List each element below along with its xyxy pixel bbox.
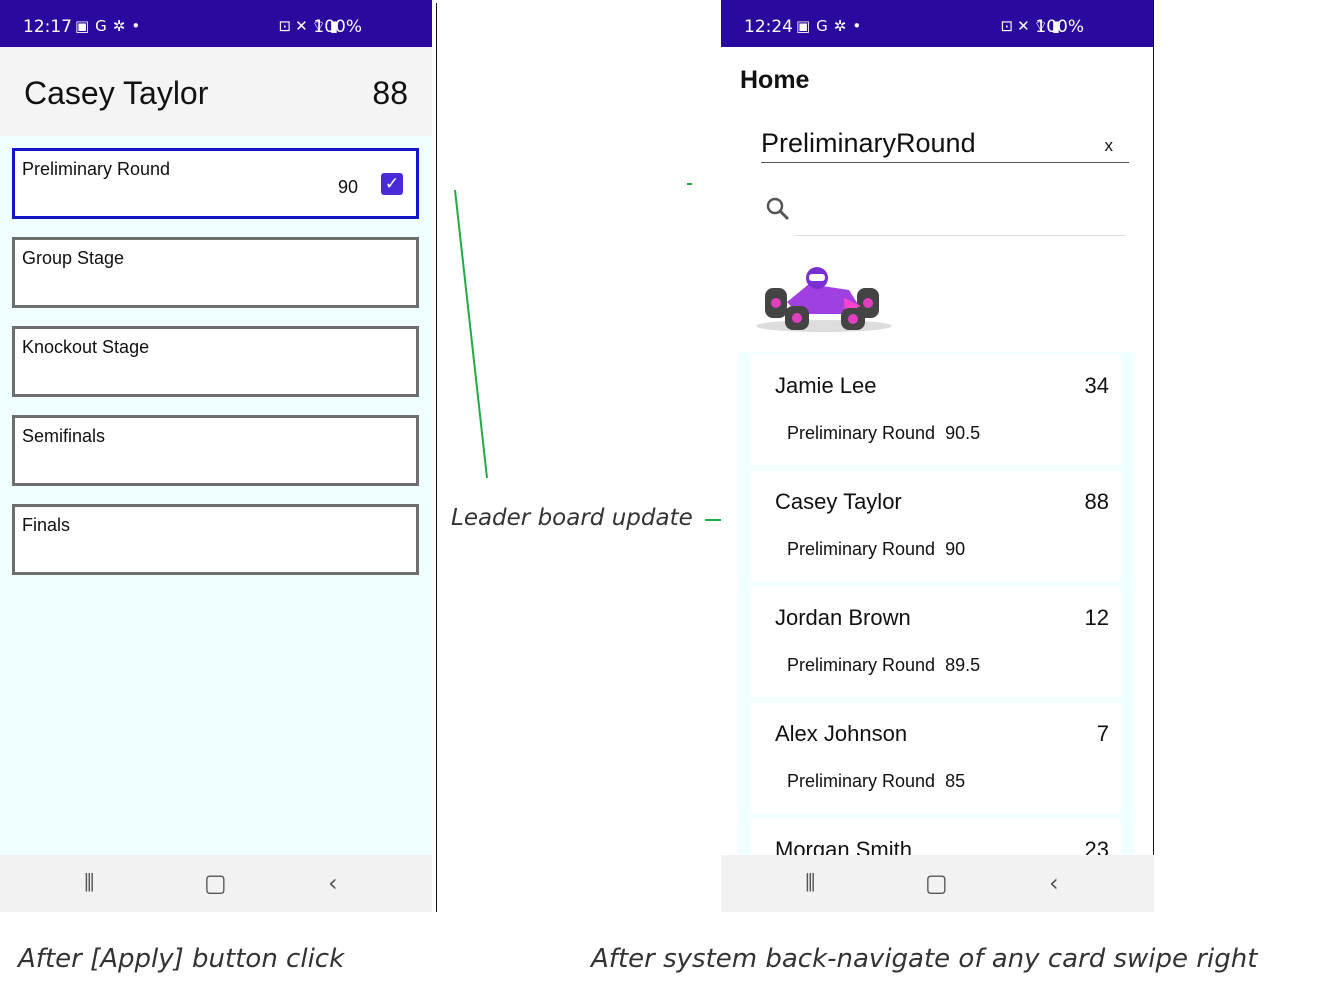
status-bar: 12:17 ▣G✲• ⊡✕⌔▮ 100% — [0, 0, 432, 47]
filter-input[interactable]: PreliminaryRound x — [761, 126, 1129, 163]
battery-level: 100% — [313, 17, 362, 37]
player-card[interactable]: Morgan Smith 23 — [751, 819, 1121, 855]
battery-level: 100% — [1035, 17, 1084, 37]
round-card-semifinals[interactable]: Semifinals — [12, 415, 419, 486]
player-round: Preliminary Round 90 — [787, 539, 965, 560]
search-icon[interactable] — [765, 196, 791, 222]
player-round: Preliminary Round 85 — [787, 771, 965, 792]
recents-icon[interactable]: ⦀ — [84, 869, 95, 897]
round-name: Preliminary Round — [787, 655, 936, 675]
page-title: Home — [740, 66, 810, 94]
system-nav-bar: ⦀ ▢ ‹ — [721, 855, 1154, 912]
recents-icon[interactable]: ⦀ — [805, 869, 816, 897]
notification-icons: ▣G✲• — [75, 17, 147, 35]
round-card-finals[interactable]: Finals — [12, 504, 419, 575]
round-score: 90.5 — [945, 423, 981, 443]
player-card[interactable]: Casey Taylor 88 Preliminary Round 90 — [751, 471, 1121, 581]
player-score: 88 — [372, 75, 408, 111]
round-card-knockout[interactable]: Knockout Stage — [12, 326, 419, 397]
round-card-preliminary[interactable]: Preliminary Round 90 ✓ — [12, 148, 419, 219]
leaderboard-list[interactable]: Jamie Lee 34 Preliminary Round 90.5 Case… — [738, 352, 1134, 855]
round-score: 85 — [945, 771, 966, 791]
home-icon[interactable]: ▢ — [925, 869, 948, 897]
system-nav-bar: ⦀ ▢ ‹ — [0, 855, 432, 912]
round-label: Preliminary Round — [22, 159, 171, 179]
back-icon[interactable]: ‹ — [1049, 869, 1059, 897]
round-name: Preliminary Round — [787, 771, 936, 791]
caption-left: After [Apply] button click — [18, 944, 345, 974]
player-name: Jordan Brown — [775, 605, 911, 630]
right-phone-screen: 12:24 ▣G✲• ⊡✕⌔▮ 100% Home PreliminaryRou… — [721, 0, 1154, 912]
home-icon[interactable]: ▢ — [204, 869, 227, 897]
status-time: 12:17 — [23, 17, 72, 37]
round-label: Semifinals — [22, 426, 106, 446]
annotation-leaderboard-update: Leader board update — [451, 505, 693, 531]
notification-icons: ▣G✲• — [796, 17, 868, 35]
player-card[interactable]: Jamie Lee 34 Preliminary Round 90.5 — [751, 355, 1121, 465]
player-name: Jamie Lee — [775, 373, 877, 398]
player-score: 34 — [1084, 373, 1109, 398]
caption-right: After system back-navigate of any card s… — [591, 944, 1258, 974]
player-name: Casey Taylor — [24, 75, 209, 111]
player-round: Preliminary Round 89.5 — [787, 655, 980, 676]
player-name: Morgan Smith — [775, 837, 912, 855]
round-name: Preliminary Round — [787, 539, 936, 559]
round-score: 90 — [945, 539, 966, 559]
clear-filter-button[interactable]: x — [1105, 136, 1114, 156]
status-bar: 12:24 ▣G✲• ⊡✕⌔▮ 100% — [721, 0, 1154, 47]
player-card[interactable]: Alex Johnson 7 Preliminary Round 85 — [751, 703, 1121, 813]
back-icon[interactable]: ‹ — [328, 869, 338, 897]
right-panel-border — [1153, 0, 1154, 855]
left-phone-screen: 12:17 ▣G✲• ⊡✕⌔▮ 100% Casey Taylor 88 Pre… — [0, 0, 432, 912]
player-name: Casey Taylor — [775, 489, 902, 514]
player-name: Alex Johnson — [775, 721, 908, 746]
round-score: 90 — [337, 177, 358, 197]
filter-value: PreliminaryRound — [761, 128, 976, 158]
player-card[interactable]: Jordan Brown 12 Preliminary Round 89.5 — [751, 587, 1121, 697]
round-name: Preliminary Round — [787, 423, 936, 443]
player-score: 12 — [1084, 605, 1109, 630]
round-label: Group Stage — [22, 248, 125, 268]
panel-divider — [436, 3, 437, 912]
player-score: 88 — [1084, 489, 1109, 514]
status-time: 12:24 — [744, 17, 793, 37]
player-round: Preliminary Round 90.5 — [787, 423, 980, 444]
round-card-group[interactable]: Group Stage — [12, 237, 419, 308]
round-score: 89.5 — [945, 655, 981, 675]
player-header: Casey Taylor 88 — [0, 47, 432, 136]
round-label: Knockout Stage — [22, 337, 150, 357]
player-score: 23 — [1084, 837, 1109, 855]
annotation-line-diagonal — [454, 189, 488, 479]
checkbox-checked-icon[interactable]: ✓ — [381, 173, 403, 195]
search-input[interactable] — [795, 235, 1126, 236]
race-car-logo — [756, 267, 892, 332]
round-label: Finals — [22, 515, 71, 535]
player-score: 7 — [1096, 721, 1109, 746]
